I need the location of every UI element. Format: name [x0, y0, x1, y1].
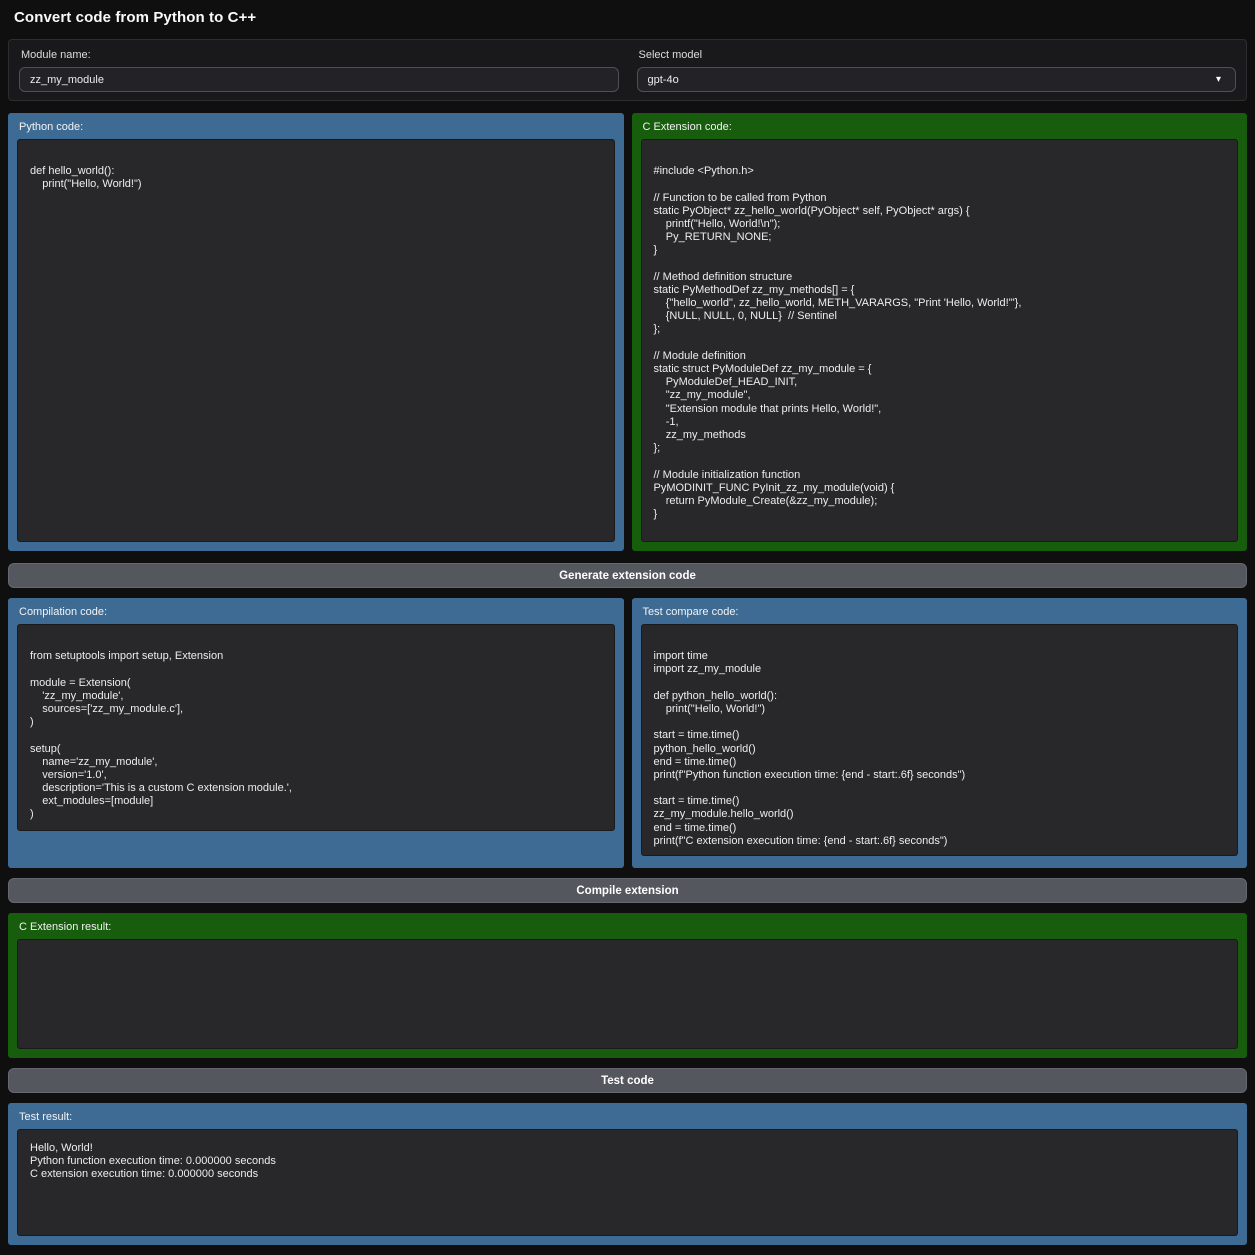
compilation-code-textarea[interactable]: from setuptools import setup, Extension …	[17, 624, 615, 831]
test-result-label: Test result:	[19, 1110, 1238, 1124]
module-name-input[interactable]	[19, 67, 619, 92]
dropdown-arrow-icon: ▾	[1216, 74, 1221, 85]
model-select-value: gpt-4o	[648, 74, 679, 86]
page-title: Convert code from Python to C++	[14, 9, 1241, 26]
model-select[interactable]: gpt-4o ▾	[637, 67, 1237, 92]
test-result-panel: Test result: Hello, World! Python functi…	[8, 1103, 1247, 1245]
test-compare-code-label: Test compare code:	[643, 605, 1239, 619]
model-select-label: Select model	[639, 49, 1237, 61]
python-code-panel: Python code: def hello_world(): print("H…	[8, 113, 624, 551]
test-compare-code-panel: Test compare code: import time import zz…	[632, 598, 1248, 868]
compile-test-row: Compilation code: from setuptools import…	[8, 598, 1247, 868]
compile-extension-button[interactable]: Compile extension	[8, 878, 1247, 903]
test-code-button[interactable]: Test code	[8, 1068, 1247, 1093]
test-compare-code-textarea[interactable]: import time import zz_my_module def pyth…	[641, 624, 1239, 856]
c-extension-code-textarea[interactable]: #include <Python.h> // Function to be ca…	[641, 139, 1239, 542]
c-extension-result-textarea[interactable]	[17, 939, 1238, 1049]
config-panel: Module name: Select model gpt-4o ▾	[8, 39, 1247, 101]
module-name-field: Module name:	[19, 48, 619, 92]
model-select-field: Select model gpt-4o ▾	[637, 48, 1237, 92]
python-code-label: Python code:	[19, 120, 615, 134]
code-row: Python code: def hello_world(): print("H…	[8, 113, 1247, 551]
c-extension-code-label: C Extension code:	[643, 120, 1239, 134]
generate-extension-code-button[interactable]: Generate extension code	[8, 563, 1247, 588]
test-result-textarea[interactable]: Hello, World! Python function execution …	[17, 1129, 1238, 1236]
python-code-textarea[interactable]: def hello_world(): print("Hello, World!"…	[17, 139, 615, 542]
c-extension-code-panel: C Extension code: #include <Python.h> //…	[632, 113, 1248, 551]
compilation-code-label: Compilation code:	[19, 605, 615, 619]
module-name-label: Module name:	[21, 49, 619, 61]
compilation-code-panel: Compilation code: from setuptools import…	[8, 598, 624, 868]
c-extension-result-panel: C Extension result:	[8, 913, 1247, 1058]
c-extension-result-label: C Extension result:	[19, 920, 1238, 934]
